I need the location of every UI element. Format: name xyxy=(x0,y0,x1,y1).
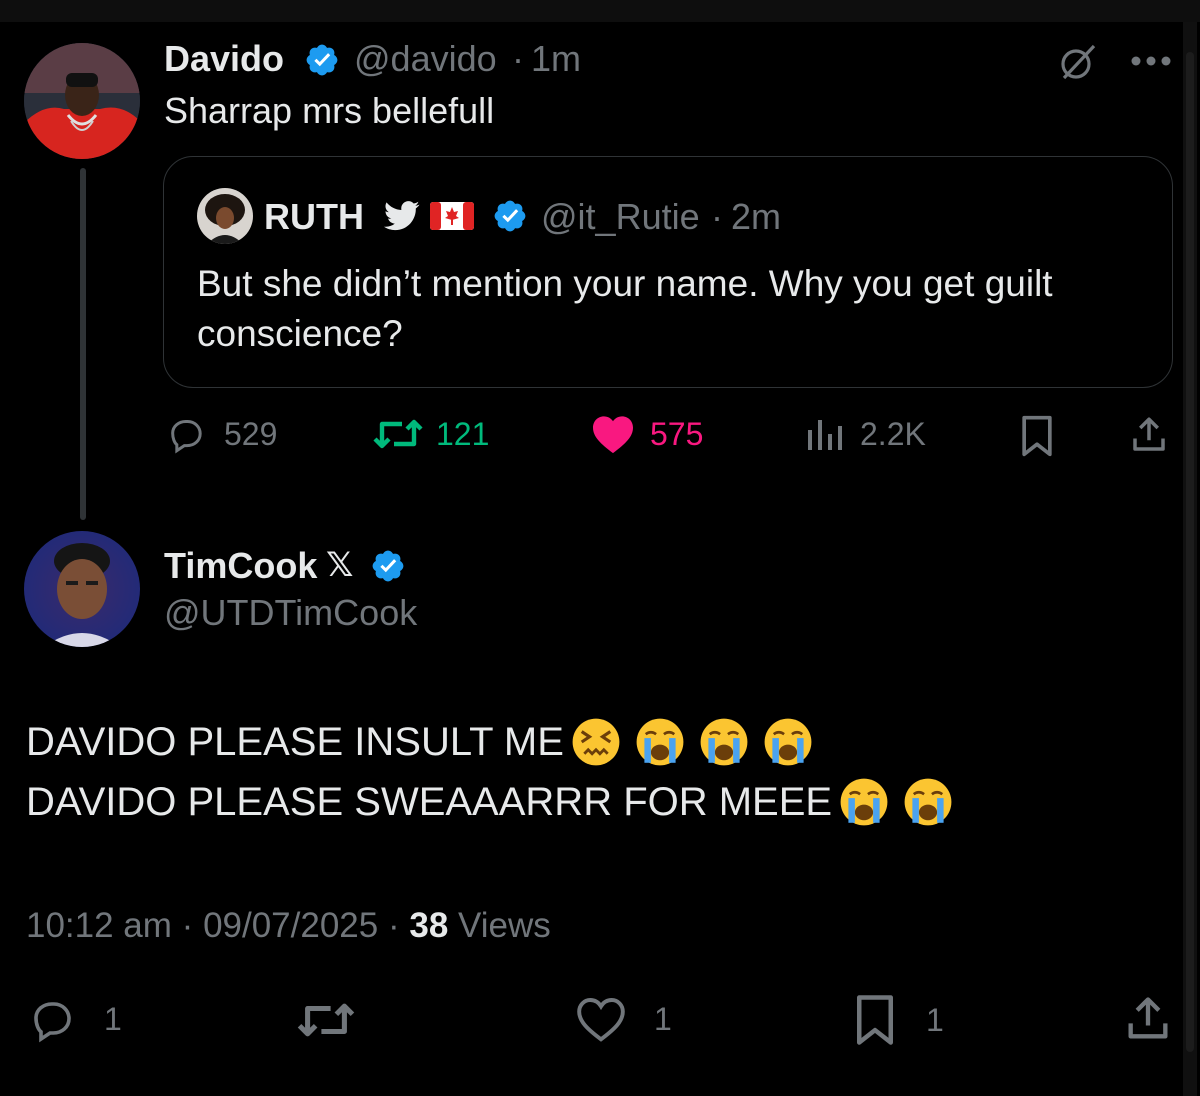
separator-dot: · xyxy=(181,906,204,945)
confounded-face-icon xyxy=(570,716,622,768)
views-count: 2.2K xyxy=(860,415,926,452)
author-name[interactable]: Davido xyxy=(164,38,284,80)
verified-badge-icon xyxy=(304,42,340,78)
reply-count: 1 xyxy=(104,1000,122,1037)
tweet-text-line2-text: DAVIDO PLEASE SWEAAARRR FOR MEEE xyxy=(26,779,833,824)
views-count: 38 xyxy=(409,906,449,945)
retweet-button[interactable]: 121 xyxy=(372,414,489,454)
heart-icon xyxy=(577,998,625,1042)
author-handle[interactable]: @davido xyxy=(354,38,497,80)
avatar[interactable] xyxy=(24,43,140,159)
author-name[interactable]: TimCook xyxy=(164,545,317,587)
reply-icon xyxy=(34,1002,71,1043)
separator-dot: · xyxy=(711,196,723,237)
share-icon[interactable] xyxy=(1128,414,1170,456)
top-bar xyxy=(0,0,1200,22)
separator-dot: · xyxy=(512,38,524,79)
tweet-time[interactable]: 1m xyxy=(531,38,581,80)
tweet-text: Sharrap mrs bellefull xyxy=(164,90,495,131)
bookmark-button[interactable]: 1 xyxy=(852,993,944,1047)
heart-filled-icon xyxy=(593,416,633,454)
tweet-meta: 10:12 am · 09/07/2025 · 38 Views xyxy=(26,906,551,946)
tweet-text-line1-text: DAVIDO PLEASE INSULT ME xyxy=(26,719,564,764)
quoted-author-name[interactable]: RUTH xyxy=(264,196,364,238)
like-count: 575 xyxy=(650,415,704,452)
verified-badge-icon xyxy=(370,548,406,584)
reply-count: 529 xyxy=(224,415,278,452)
crying-face-icon xyxy=(838,776,890,828)
crying-face-icon xyxy=(902,776,954,828)
views-icon xyxy=(808,420,842,450)
thread-line xyxy=(80,168,86,520)
avatar[interactable] xyxy=(24,531,140,647)
bookmark-icon xyxy=(857,995,893,1045)
canada-flag-icon xyxy=(430,202,474,230)
like-button[interactable]: 1 xyxy=(574,995,672,1043)
bookmark-icon[interactable] xyxy=(1018,414,1056,458)
reply-button[interactable]: 1 xyxy=(26,995,122,1043)
like-count: 1 xyxy=(654,1000,672,1037)
like-button[interactable]: 575 xyxy=(590,414,703,454)
quoted-text-line1: But she didn’t mention your name. Why yo… xyxy=(197,263,1053,304)
quoted-time[interactable]: 2m xyxy=(731,196,781,238)
views-label: Views xyxy=(458,906,551,945)
reply-icon xyxy=(171,420,202,454)
views-button[interactable]: 2.2K xyxy=(804,414,926,454)
bird-icon xyxy=(384,201,420,231)
grok-icon[interactable] xyxy=(1058,42,1098,82)
tweet-date[interactable]: 09/07/2025 xyxy=(203,906,378,945)
retweet-icon xyxy=(373,419,423,449)
quoted-avatar[interactable] xyxy=(197,188,253,244)
x-logo-suffix: 𝕏 xyxy=(326,545,354,585)
quoted-handle[interactable]: @it_Rutie xyxy=(541,196,700,238)
retweet-count: 121 xyxy=(436,415,490,452)
bookmark-count: 1 xyxy=(926,1001,944,1038)
verified-badge-icon xyxy=(492,198,528,234)
tweet-text-line2: DAVIDO PLEASE SWEAAARRR FOR MEEE xyxy=(26,776,954,828)
crying-face-icon xyxy=(762,716,814,768)
separator-dot: · xyxy=(387,906,410,945)
tweet-timestamp[interactable]: 10:12 am xyxy=(26,906,172,945)
crying-face-icon xyxy=(698,716,750,768)
retweet-icon[interactable] xyxy=(296,997,356,1043)
more-icon[interactable] xyxy=(1130,55,1172,67)
quoted-text-line2: conscience? xyxy=(197,313,403,354)
tweet-text-line1: DAVIDO PLEASE INSULT ME xyxy=(26,716,814,768)
scrollbar-thumb[interactable] xyxy=(1186,52,1194,1052)
author-handle[interactable]: @UTDTimCook xyxy=(164,592,417,634)
crying-face-icon xyxy=(634,716,686,768)
share-icon[interactable] xyxy=(1122,993,1174,1045)
reply-button[interactable]: 529 xyxy=(164,414,277,454)
scrollbar[interactable] xyxy=(1183,22,1197,1096)
